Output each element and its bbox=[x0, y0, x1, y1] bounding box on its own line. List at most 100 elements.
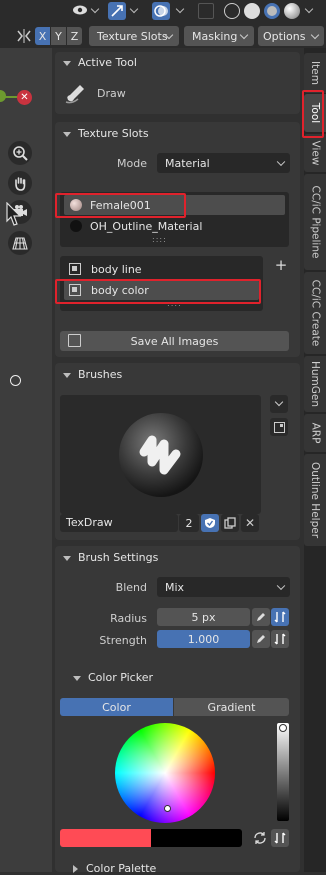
primary-color-swatch[interactable] bbox=[60, 829, 151, 847]
color-pressure-icon[interactable] bbox=[271, 829, 289, 847]
zoom-icon[interactable] bbox=[8, 141, 32, 165]
radius-unit-icon[interactable] bbox=[271, 608, 289, 626]
pan-hand-icon[interactable] bbox=[8, 171, 32, 195]
axis-z-toggle[interactable]: Z bbox=[67, 27, 82, 45]
chevron-down-icon[interactable] bbox=[304, 4, 314, 14]
texture-slots-section: Texture Slots Mode Material Female001 OH… bbox=[55, 122, 300, 357]
tab-item[interactable]: Item bbox=[304, 53, 326, 93]
tab-color[interactable]: Color bbox=[60, 698, 173, 716]
tab-view[interactable]: View bbox=[304, 134, 326, 172]
shading-wireframe-icon[interactable] bbox=[224, 3, 240, 19]
active-tool-name: Draw bbox=[97, 87, 126, 100]
fake-user-shield-icon[interactable] bbox=[201, 514, 219, 532]
highlight-female001 bbox=[55, 193, 186, 218]
symmetry-icon[interactable] bbox=[16, 28, 32, 44]
tool-header-bar: X Y Z Texture Slots Masking Options bbox=[0, 22, 326, 48]
brush-settings-header[interactable]: Brush Settings bbox=[63, 551, 158, 564]
value-slider-handle[interactable] bbox=[279, 724, 287, 732]
axis-x-toggle[interactable]: X bbox=[35, 27, 50, 45]
chevron-down-icon bbox=[63, 555, 71, 561]
tab-outline-helper[interactable]: Outline Helper bbox=[304, 454, 326, 546]
grid-perspective-icon[interactable] bbox=[8, 231, 32, 255]
visibility-eye-icon[interactable] bbox=[72, 3, 88, 17]
viewport-strip[interactable]: ✕ bbox=[0, 48, 52, 872]
overlay-icon[interactable] bbox=[152, 2, 170, 20]
mode-label: Mode bbox=[117, 157, 147, 170]
value-slider[interactable] bbox=[277, 723, 289, 821]
swap-colors-icon[interactable] bbox=[251, 829, 269, 847]
axis-gizmo-x-icon[interactable]: ✕ bbox=[17, 90, 32, 105]
material-name: OH_Outline_Material bbox=[90, 219, 203, 233]
chevron-down-icon bbox=[276, 581, 286, 591]
color-palette-header[interactable]: Color Palette bbox=[73, 862, 156, 875]
pressure-pen-icon[interactable] bbox=[252, 608, 270, 626]
strength-label: Strength bbox=[99, 634, 147, 647]
color-picker-title: Color Picker bbox=[88, 671, 153, 684]
texture-slots-header[interactable]: Texture Slots bbox=[63, 127, 149, 140]
brush-settings-section: Brush Settings Blend Mix Radius 5 px Str… bbox=[55, 546, 300, 875]
chevron-down-icon[interactable] bbox=[90, 4, 100, 14]
tab-arp[interactable]: ARP bbox=[304, 414, 326, 452]
chevron-down-icon[interactable] bbox=[175, 4, 185, 14]
blend-label: Blend bbox=[115, 581, 147, 594]
duplicate-icon[interactable] bbox=[221, 514, 239, 532]
resize-handle-icon[interactable]: :::: bbox=[152, 235, 167, 244]
gizmo-icon[interactable] bbox=[108, 2, 126, 20]
highlight-body-color bbox=[55, 279, 261, 304]
options-menu-label: Options bbox=[263, 29, 306, 43]
brush-name-field[interactable]: TexDraw bbox=[60, 514, 178, 532]
chevron-down-icon bbox=[63, 372, 71, 378]
brush-settings-title: Brush Settings bbox=[78, 551, 159, 564]
options-menu[interactable]: Options bbox=[258, 26, 324, 46]
secondary-color-swatch[interactable] bbox=[151, 829, 242, 847]
radius-field[interactable]: 5 px bbox=[157, 608, 250, 626]
save-image-icon bbox=[68, 334, 81, 347]
brushes-title: Brushes bbox=[78, 368, 123, 381]
strength-pressure-icon[interactable] bbox=[271, 630, 289, 648]
close-icon[interactable]: ✕ bbox=[241, 514, 259, 532]
add-texture-icon[interactable]: + bbox=[272, 256, 290, 274]
brush-user-count[interactable]: 2 bbox=[179, 514, 199, 532]
brushes-header[interactable]: Brushes bbox=[63, 368, 122, 381]
active-tool-header[interactable]: Active Tool bbox=[63, 56, 137, 69]
save-all-images-button[interactable]: Save All Images bbox=[60, 331, 289, 351]
blend-dropdown[interactable]: Mix bbox=[157, 577, 290, 597]
chevron-down-icon bbox=[73, 675, 81, 681]
mouse-cursor-icon bbox=[6, 201, 22, 228]
chevron-down-icon bbox=[63, 131, 71, 137]
tab-cc-ic-create[interactable]: CC/iC Create bbox=[304, 272, 326, 354]
shading-solid-icon[interactable] bbox=[244, 3, 260, 19]
chevron-down-icon bbox=[310, 30, 320, 40]
tab-gradient[interactable]: Gradient bbox=[174, 698, 289, 716]
brushes-section: Brushes TexDraw 2 ✕ bbox=[55, 363, 300, 540]
masking-menu[interactable]: Masking bbox=[184, 26, 254, 46]
blend-value: Mix bbox=[165, 580, 185, 594]
list-item[interactable]: body line bbox=[64, 259, 259, 279]
color-wheel-cursor[interactable] bbox=[164, 805, 171, 812]
brush-preview[interactable] bbox=[60, 395, 261, 514]
shading-material-icon[interactable] bbox=[264, 3, 280, 19]
strength-slider[interactable]: 1.000 bbox=[157, 630, 250, 648]
xray-toggle-icon[interactable] bbox=[198, 3, 214, 19]
active-tool-section: Active Tool Draw bbox=[55, 52, 300, 114]
pressure-pen-icon[interactable] bbox=[252, 630, 270, 648]
material-sphere-icon bbox=[70, 220, 82, 232]
sidebar-tabs: Item Tool View CC/iC Pipeline CC/iC Crea… bbox=[304, 48, 326, 872]
shading-rendered-icon[interactable] bbox=[284, 3, 300, 19]
3d-cursor-icon bbox=[10, 375, 21, 386]
brush-image-icon[interactable] bbox=[270, 418, 288, 436]
texture-slots-menu[interactable]: Texture Slots bbox=[89, 26, 179, 46]
draw-brush-icon[interactable] bbox=[64, 82, 88, 104]
chevron-down-icon[interactable] bbox=[129, 4, 139, 14]
list-item[interactable]: OH_Outline_Material bbox=[64, 216, 285, 236]
axis-y-toggle[interactable]: Y bbox=[51, 27, 66, 45]
chevron-down-icon[interactable] bbox=[270, 395, 288, 413]
mode-dropdown[interactable]: Material bbox=[157, 153, 290, 173]
color-picker-header[interactable]: Color Picker bbox=[73, 671, 153, 684]
color-wheel[interactable] bbox=[115, 723, 215, 823]
highlight-tool-tab bbox=[302, 90, 324, 138]
tab-humgen[interactable]: HumGen bbox=[304, 356, 326, 412]
masking-menu-label: Masking bbox=[192, 29, 238, 43]
active-tool-title: Active Tool bbox=[78, 56, 137, 69]
tab-cc-ic-pipeline[interactable]: CC/iC Pipeline bbox=[304, 174, 326, 270]
